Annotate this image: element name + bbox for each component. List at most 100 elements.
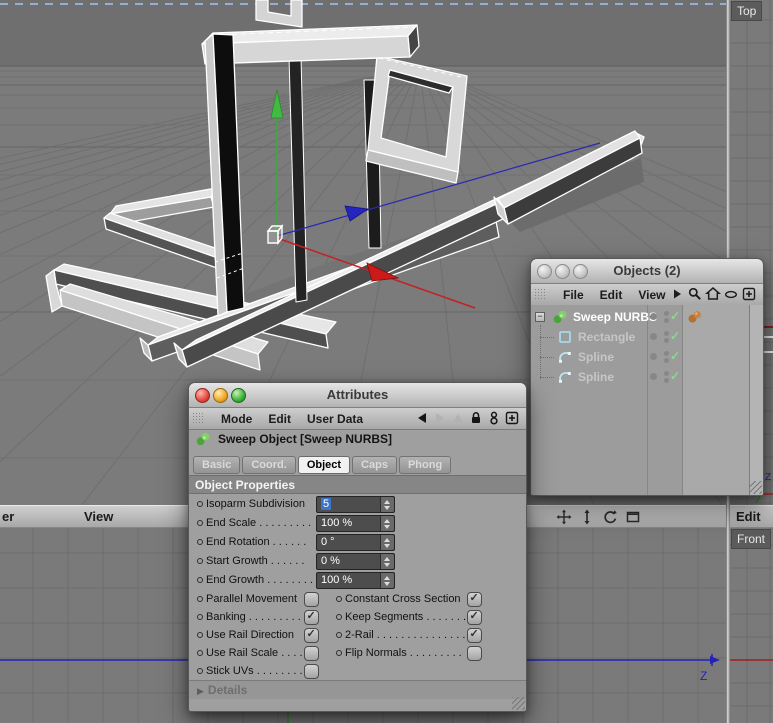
checkbox-constant-cross-section[interactable]: ✓ <box>467 592 482 607</box>
objects-titlebar[interactable]: Objects (2) <box>531 259 763 284</box>
phong-tag-icon[interactable] <box>687 309 703 325</box>
anim-dot-icon[interactable] <box>197 558 203 564</box>
stepper-down-icon[interactable] <box>384 581 390 586</box>
visibility-dot-bottom[interactable] <box>664 318 669 323</box>
stepper[interactable] <box>380 516 394 531</box>
stepper-down-icon[interactable] <box>384 562 390 567</box>
value-field[interactable]: 0 ° <box>316 534 395 551</box>
minimize-button[interactable] <box>213 388 228 403</box>
layer-dot[interactable] <box>650 353 657 360</box>
stepper[interactable] <box>380 497 394 512</box>
checkbox-flip-normals[interactable] <box>467 646 482 661</box>
oval-icon[interactable] <box>723 286 739 302</box>
anim-dot-icon[interactable] <box>197 539 203 545</box>
zoom-button[interactable] <box>573 264 588 279</box>
link-icon[interactable] <box>486 410 502 426</box>
object-row-rectangle[interactable]: Rectangle ✓ <box>531 327 749 347</box>
anim-dot-icon[interactable] <box>336 596 342 602</box>
anim-dot-icon[interactable] <box>197 577 203 583</box>
minimize-button[interactable] <box>555 264 570 279</box>
menu-item-mode[interactable]: Mode <box>221 412 252 426</box>
details-disclosure[interactable]: ▶ Details <box>189 680 526 699</box>
checkbox-stick-uvs[interactable] <box>304 664 319 679</box>
close-button[interactable] <box>195 388 210 403</box>
visibility-dot-top[interactable] <box>664 370 669 376</box>
menu-item-edit-front[interactable]: Edit <box>736 509 761 524</box>
layer-dot[interactable] <box>650 373 657 380</box>
menu-item-user-data[interactable]: User Data <box>307 412 363 426</box>
enable-check-icon[interactable]: ✓ <box>670 369 680 383</box>
visibility-dot-bottom[interactable] <box>664 358 669 363</box>
tab-basic[interactable]: Basic <box>193 456 241 474</box>
stepper-up-icon[interactable] <box>384 556 390 561</box>
value-field[interactable]: 100 % <box>316 515 395 532</box>
lock-icon[interactable] <box>468 410 484 426</box>
visibility-dot-top[interactable] <box>664 330 669 336</box>
checkbox-2-rail[interactable]: ✓ <box>467 628 482 643</box>
anim-dot-icon[interactable] <box>197 501 203 507</box>
objects-window[interactable]: Objects (2) File Edit View − Sweep NURBS ✓ Re… <box>530 258 764 496</box>
stepper-up-icon[interactable] <box>384 537 390 542</box>
back-icon[interactable] <box>414 410 430 426</box>
value-field[interactable]: 0 % <box>316 553 395 570</box>
enable-check-icon[interactable]: ✓ <box>670 349 680 363</box>
resize-grip[interactable] <box>749 481 762 494</box>
search-icon[interactable] <box>687 286 703 302</box>
add-box-icon[interactable] <box>741 286 757 302</box>
tab-coord[interactable]: Coord. <box>242 456 296 474</box>
maximize-icon[interactable] <box>625 509 641 525</box>
stepper[interactable] <box>380 573 394 588</box>
attributes-titlebar[interactable]: Attributes <box>189 383 526 408</box>
home-icon[interactable] <box>705 286 721 302</box>
scrollbar[interactable] <box>749 305 763 495</box>
attributes-window[interactable]: Attributes Mode Edit User Data Sweep Objec… <box>188 382 527 712</box>
drag-grip-icon[interactable] <box>534 288 547 301</box>
value-field[interactable]: 5 <box>316 496 395 513</box>
drag-grip-icon[interactable] <box>192 412 205 425</box>
menu-arrow-icon[interactable] <box>669 286 685 302</box>
menu-item-view[interactable]: View <box>84 509 113 524</box>
anim-dot-icon[interactable] <box>336 650 342 656</box>
resize-grip[interactable] <box>512 697 525 710</box>
enable-check-icon[interactable]: ✓ <box>670 329 680 343</box>
value-field[interactable]: 100 % <box>316 572 395 589</box>
menu-item-view[interactable]: View <box>638 288 665 302</box>
pan-icon[interactable] <box>556 509 572 525</box>
object-row-spline[interactable]: Spline ✓ <box>531 347 749 367</box>
menu-item-file[interactable]: File <box>563 288 584 302</box>
zoom-icon[interactable] <box>579 509 595 525</box>
enable-check-icon[interactable]: ✓ <box>670 309 680 323</box>
anim-dot-icon[interactable] <box>197 668 203 674</box>
object-row-spline[interactable]: Spline ✓ <box>531 367 749 387</box>
object-tree-area[interactable]: − Sweep NURBS ✓ Rectangle ✓ Spline ✓ Spline ✓ <box>531 305 763 495</box>
menu-item-filter-cut[interactable]: er <box>2 509 14 524</box>
anim-dot-icon[interactable] <box>197 520 203 526</box>
visibility-dot-bottom[interactable] <box>664 338 669 343</box>
tab-caps[interactable]: Caps <box>352 456 397 474</box>
add-box-icon[interactable] <box>504 410 520 426</box>
zoom-button[interactable] <box>231 388 246 403</box>
anim-dot-icon[interactable] <box>336 614 342 620</box>
stepper[interactable] <box>380 554 394 569</box>
layer-dot[interactable] <box>650 333 657 340</box>
layer-dot[interactable] <box>650 313 657 320</box>
stepper-down-icon[interactable] <box>384 543 390 548</box>
menu-item-edit[interactable]: Edit <box>600 288 623 302</box>
stepper[interactable] <box>380 535 394 550</box>
visibility-dot-top[interactable] <box>664 310 669 316</box>
visibility-dot-bottom[interactable] <box>664 378 669 383</box>
checkbox-keep-segments[interactable]: ✓ <box>467 610 482 625</box>
expand-toggle[interactable]: − <box>535 312 545 322</box>
stepper-up-icon[interactable] <box>384 518 390 523</box>
rotate-icon[interactable] <box>602 509 618 525</box>
stepper-down-icon[interactable] <box>384 505 390 510</box>
stepper-down-icon[interactable] <box>384 524 390 529</box>
stepper-up-icon[interactable] <box>384 499 390 504</box>
close-button[interactable] <box>537 264 552 279</box>
visibility-dot-top[interactable] <box>664 350 669 356</box>
stepper-up-icon[interactable] <box>384 575 390 580</box>
tab-object[interactable]: Object <box>297 456 351 474</box>
menu-item-edit[interactable]: Edit <box>268 412 291 426</box>
tab-phong[interactable]: Phong <box>398 456 452 474</box>
viewport-front[interactable]: Front <box>730 528 773 723</box>
